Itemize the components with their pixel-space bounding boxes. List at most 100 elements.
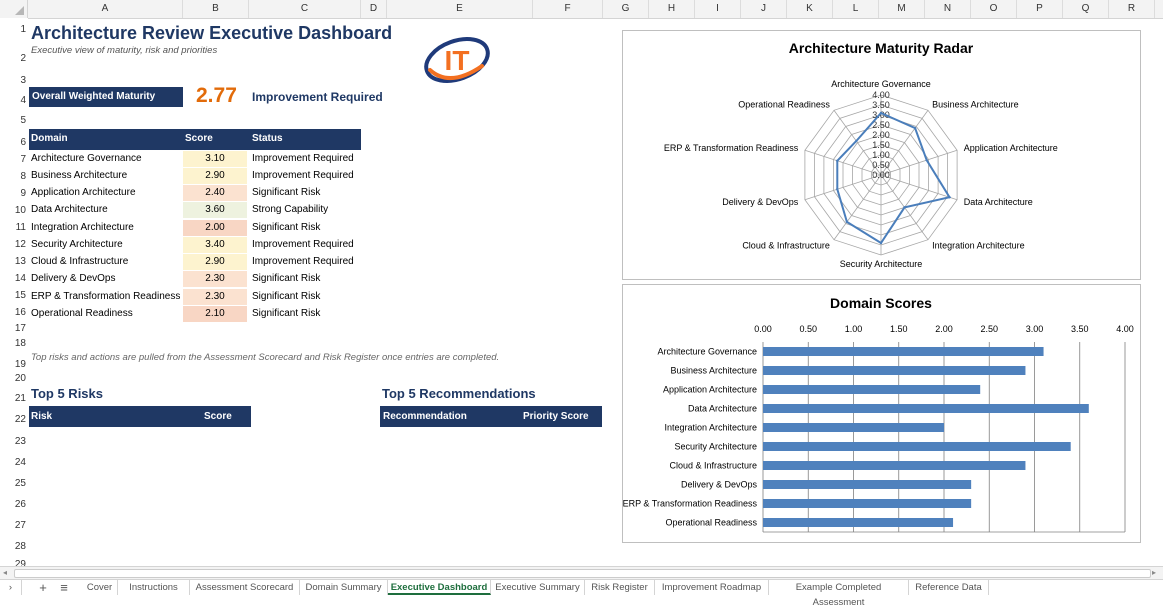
domain-status: Improvement Required: [252, 153, 354, 164]
column-header-l[interactable]: L: [833, 0, 879, 18]
column-header-m[interactable]: M: [879, 0, 925, 18]
column-header-c[interactable]: C: [249, 0, 361, 18]
row-header[interactable]: 20: [0, 373, 28, 384]
sheet-tab[interactable]: Instructions: [118, 580, 190, 595]
bar-tick-label: 2.00: [935, 324, 953, 334]
column-header-o[interactable]: O: [971, 0, 1017, 18]
row-header[interactable]: 12: [0, 239, 28, 250]
row-header[interactable]: 28: [0, 541, 28, 552]
column-header-h[interactable]: H: [649, 0, 695, 18]
scroll-left-icon[interactable]: ◂: [3, 568, 11, 577]
row-header[interactable]: 14: [0, 273, 28, 284]
bar: [763, 423, 944, 432]
radar-chart[interactable]: Architecture Maturity Radar 0.00 0.50 1.00…: [622, 30, 1141, 280]
row-header[interactable]: 24: [0, 457, 28, 468]
row-header[interactable]: 3: [0, 75, 28, 86]
column-header-b[interactable]: B: [183, 0, 249, 18]
bar: [763, 404, 1089, 413]
top-recommendations-title: Top 5 Recommendations: [382, 386, 536, 401]
radar-category-label: Architecture Governance: [831, 79, 931, 89]
row-header[interactable]: 10: [0, 205, 28, 216]
sheet-tab[interactable]: Domain Summary: [300, 580, 388, 595]
sheet-tab[interactable]: Example Completed Assessment: [769, 580, 909, 608]
score-column-header: Score: [185, 133, 213, 144]
bar-chart[interactable]: Domain Scores 0.00 0.50 1.00 1.50 2.00 2.50 3.…: [622, 284, 1141, 543]
row-header[interactable]: 5: [0, 115, 28, 126]
column-header-f[interactable]: F: [533, 0, 603, 18]
bar-tick-label: 3.00: [1026, 324, 1044, 334]
row-header[interactable]: 26: [0, 499, 28, 510]
row-header[interactable]: 8: [0, 171, 28, 182]
scrollbar-thumb[interactable]: [14, 569, 1151, 578]
tab-nav-icon[interactable]: ›: [0, 580, 22, 595]
column-header-n[interactable]: N: [925, 0, 971, 18]
domain-name: Operational Readiness: [31, 308, 133, 319]
bar-chart-title: Domain Scores: [830, 295, 932, 311]
radar-chart-title: Architecture Maturity Radar: [789, 40, 974, 56]
sheet-tab[interactable]: Executive Dashboard: [388, 580, 491, 595]
row-header[interactable]: 18: [0, 338, 28, 349]
domain-status: Significant Risk: [252, 187, 321, 198]
horizontal-scrollbar[interactable]: ◂ ▸: [0, 566, 1163, 579]
sheet-tab[interactable]: Improvement Roadmap: [655, 580, 769, 595]
column-header-g[interactable]: G: [603, 0, 649, 18]
row-header[interactable]: 19: [0, 359, 28, 370]
sheet-tab[interactable]: Assessment Scorecard: [190, 580, 300, 595]
domain-status: Improvement Required: [252, 239, 354, 250]
sheet-tab[interactable]: Cover: [82, 580, 118, 595]
add-sheet-button[interactable]: +: [34, 580, 52, 595]
domain-table-header: Domain Score Status: [29, 129, 361, 150]
radar-category-label: Data Architecture: [964, 197, 1033, 207]
dashboard-title: Architecture Review Executive Dashboard: [31, 23, 393, 43]
row-header[interactable]: 22: [0, 414, 28, 425]
sheet-tab[interactable]: Executive Summary: [491, 580, 585, 595]
bar-category-label: Delivery & DevOps: [681, 480, 758, 490]
bar-tick-label: 3.50: [1071, 324, 1089, 334]
domain-name: Integration Architecture: [31, 222, 134, 233]
domain-name: ERP & Transformation Readiness: [31, 291, 181, 302]
domain-status: Significant Risk: [252, 222, 321, 233]
column-header-i[interactable]: I: [695, 0, 741, 18]
column-header-p[interactable]: P: [1017, 0, 1063, 18]
column-header-a[interactable]: A: [28, 0, 183, 18]
row-header[interactable]: 17: [0, 323, 28, 334]
row-header[interactable]: 27: [0, 520, 28, 531]
column-header-e[interactable]: E: [387, 0, 533, 18]
bar-category-label: Security Architecture: [674, 442, 757, 452]
column-header-q[interactable]: Q: [1063, 0, 1109, 18]
domain-status: Significant Risk: [252, 273, 321, 284]
column-header-k[interactable]: K: [787, 0, 833, 18]
bar-category-label: Business Architecture: [670, 366, 757, 376]
row-header[interactable]: 4: [0, 95, 28, 106]
row-header[interactable]: 25: [0, 478, 28, 489]
column-header-r[interactable]: R: [1109, 0, 1155, 18]
bar-category-label: Application Architecture: [663, 385, 757, 395]
sheet-tab-bar: › + ≡ Cover Instructions Assessment Scorec…: [0, 579, 1163, 608]
bar: [763, 461, 1026, 470]
row-header[interactable]: 1: [0, 24, 28, 35]
scroll-right-icon[interactable]: ▸: [1152, 568, 1160, 577]
row-header[interactable]: 7: [0, 154, 28, 165]
column-header-j[interactable]: J: [741, 0, 787, 18]
radar-category-label: Integration Architecture: [932, 240, 1025, 250]
row-header[interactable]: 16: [0, 307, 28, 318]
row-header[interactable]: 15: [0, 290, 28, 301]
domain-name: Security Architecture: [31, 239, 123, 250]
sheet-list-menu-icon[interactable]: ≡: [54, 580, 74, 595]
row-header[interactable]: 9: [0, 188, 28, 199]
domain-name: Data Architecture: [31, 204, 108, 215]
row-header[interactable]: 6: [0, 137, 28, 148]
row-header[interactable]: 23: [0, 436, 28, 447]
row-header[interactable]: 2: [0, 53, 28, 64]
row-header[interactable]: 21: [0, 393, 28, 404]
sheet-tab[interactable]: Reference Data: [909, 580, 989, 595]
sheet-tab[interactable]: Risk Register: [585, 580, 655, 595]
column-header-d[interactable]: D: [361, 0, 387, 18]
radar-point: [845, 220, 849, 224]
row-header[interactable]: 13: [0, 256, 28, 267]
radar-tick-label: 1.50: [872, 140, 890, 150]
radar-tick-label: 0.50: [872, 160, 890, 170]
select-all-corner[interactable]: [0, 0, 28, 18]
row-header[interactable]: 11: [0, 222, 28, 233]
domain-status: Significant Risk: [252, 291, 321, 302]
